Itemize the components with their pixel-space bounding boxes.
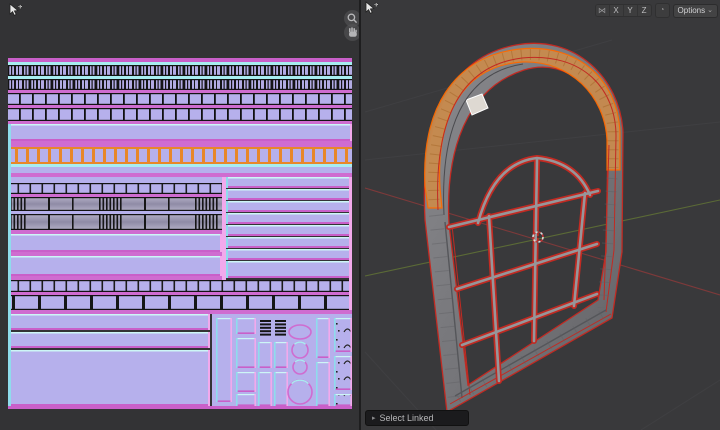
uv-strip: [8, 76, 352, 79]
uv-editor-panel[interactable]: [0, 0, 359, 430]
uv-island: [316, 318, 330, 358]
uv-island: [274, 372, 288, 406]
viewport-3d-panel[interactable]: ⋈ X Y Z ◔ Options ⌄ ▸ Select Linked: [361, 0, 720, 430]
uv-island: [274, 342, 288, 368]
proportional-falloff-icon[interactable]: ◔: [655, 3, 670, 18]
options-dropdown[interactable]: Options ⌄: [673, 4, 718, 18]
uv-strip: [226, 261, 352, 278]
viewport-header-overlay: ⋈ X Y Z ◔ Options ⌄: [595, 3, 718, 18]
mirror-z-toggle[interactable]: Z: [638, 5, 651, 16]
uv-strip: [8, 167, 352, 173]
hand-icon: [345, 25, 360, 40]
uv-island: [236, 394, 256, 406]
uv-island: [258, 372, 272, 406]
mirror-y-toggle[interactable]: Y: [624, 5, 638, 16]
uv-strip: [8, 230, 222, 234]
uv-strip: [8, 177, 222, 183]
uv-strip: [8, 124, 11, 406]
options-label: Options: [678, 5, 706, 17]
uv-island: [236, 372, 256, 392]
uv-baked-texture: [0, 0, 359, 430]
uv-strip: [8, 310, 352, 314]
uv-island: [236, 338, 256, 368]
uv-strip: [8, 141, 352, 147]
uv-strip: [8, 256, 222, 276]
uv-island: [216, 318, 232, 402]
uv-island: [316, 362, 330, 406]
operator-redo-panel[interactable]: ▸ Select Linked: [365, 410, 469, 426]
mirror-x-toggle[interactable]: X: [610, 5, 624, 16]
uv-strip: [8, 62, 352, 65]
uv-strip: [8, 252, 222, 256]
mirror-axis-group: ⋈ X Y Z: [595, 4, 652, 17]
uv-strip: [8, 58, 352, 62]
uv-strip: [8, 121, 352, 124]
uv-strip: [222, 177, 226, 280]
uv-strip: [8, 211, 222, 214]
uv-strip: [8, 105, 352, 108]
uv-strip: [8, 406, 352, 409]
uv-strip: [8, 276, 222, 280]
uv-strip: [8, 194, 222, 197]
viewport-scene: [361, 0, 720, 430]
uv-strip: [8, 350, 210, 406]
operator-label: Select Linked: [380, 413, 434, 423]
expand-arrow-icon: ▸: [372, 414, 376, 422]
uv-island: [258, 342, 272, 368]
uv-strip: [8, 124, 352, 141]
uv-island: [236, 318, 256, 334]
uv-strip: [8, 90, 352, 93]
uv-strip: [349, 177, 352, 310]
uv-strip: [8, 314, 210, 330]
uv-strip: [8, 332, 210, 348]
uv-strip: [8, 234, 222, 252]
uv-strip: [8, 292, 352, 295]
blender-window: ⋈ X Y Z ◔ Options ⌄ ▸ Select Linked: [0, 0, 720, 430]
uv-strip: [8, 173, 352, 177]
chevron-down-icon: ⌄: [707, 5, 713, 17]
mirror-icon[interactable]: ⋈: [596, 5, 610, 16]
uv-island-ellipse: [289, 325, 311, 339]
muntin-grid: [449, 158, 598, 381]
uv-strip: [8, 164, 352, 167]
